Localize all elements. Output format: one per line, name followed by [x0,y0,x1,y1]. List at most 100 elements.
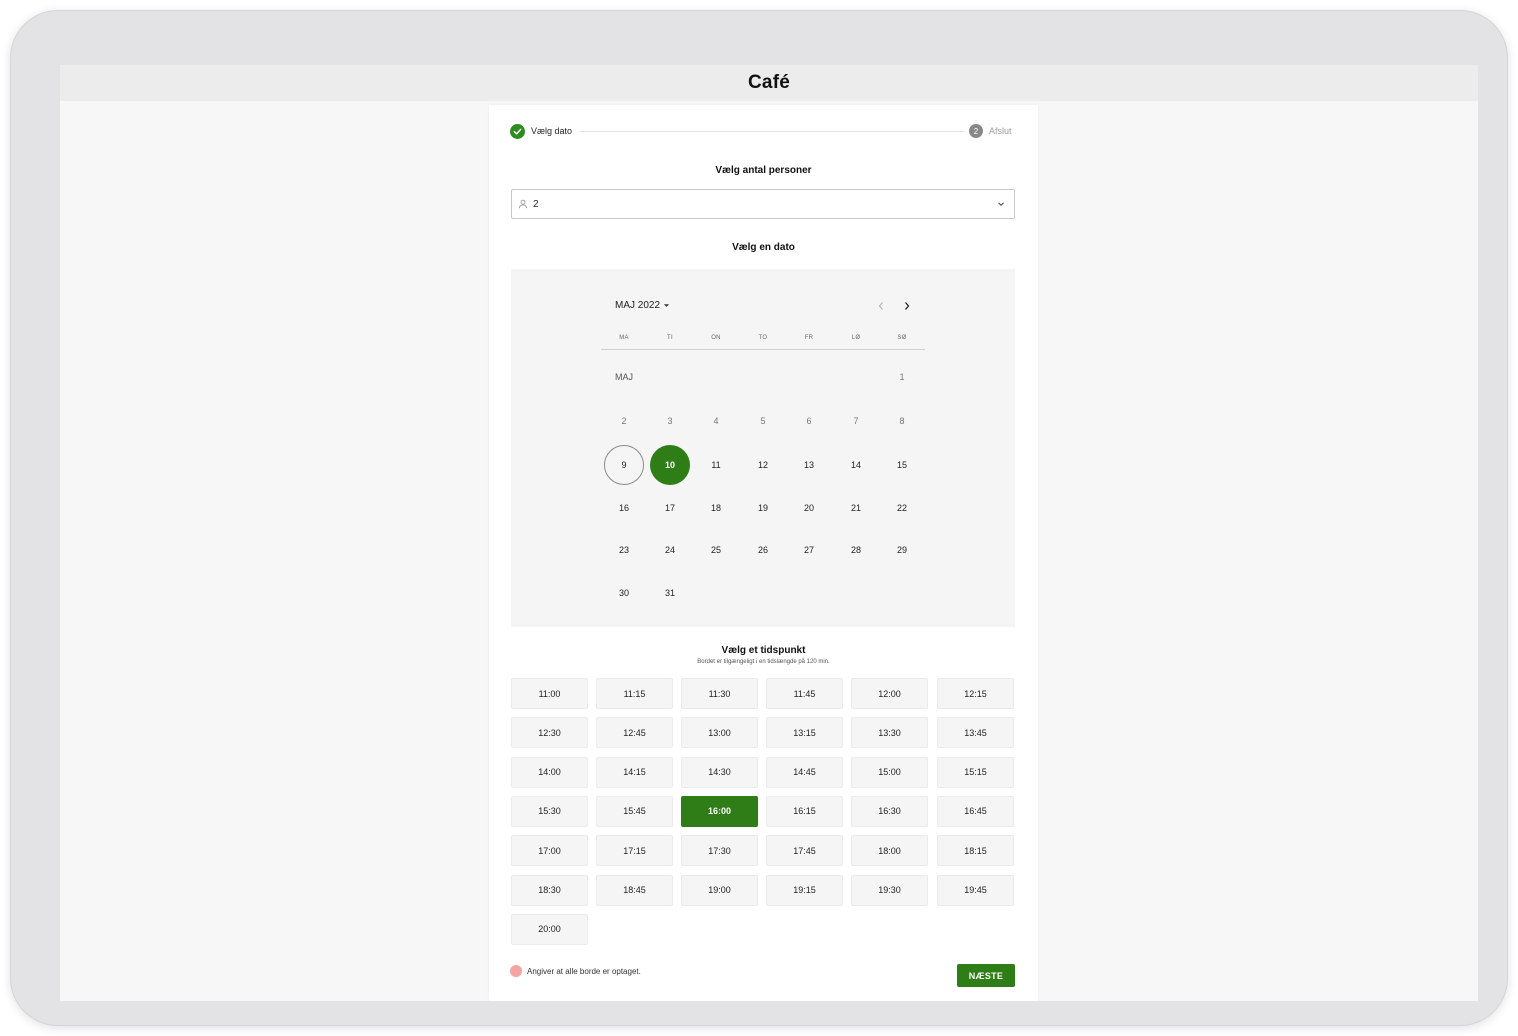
next-month-button[interactable] [900,299,914,313]
time-slot-1930[interactable]: 19:30 [851,874,928,906]
month-label: MAJ [615,372,633,382]
stepper: Vælg dato 2 Afslut [510,124,1013,140]
calendar-day-24[interactable]: 24 [650,530,690,570]
legend-text: Angiver at alle borde er optaget. [527,966,641,976]
calendar-day-17[interactable]: 17 [650,488,690,528]
weekday-5: LØ [851,335,861,341]
calendar-day-4: 4 [713,416,719,426]
time-slot-1700[interactable]: 17:00 [511,835,588,867]
time-slot-1815[interactable]: 18:15 [937,835,1014,867]
chevron-down-icon [996,199,1006,209]
time-slot-1600[interactable]: 16:00 [681,795,758,827]
month-year-select[interactable]: MAJ 2022 [615,300,670,311]
calendar-day-23[interactable]: 23 [604,530,644,570]
time-title: Vælg et tidspunkt [721,645,806,656]
weekday-0: MA [619,335,629,341]
time-slot-1745[interactable]: 17:45 [766,835,843,867]
time-slot-1200[interactable]: 12:00 [851,678,928,709]
month-year-label: MAJ 2022 [615,300,661,311]
time-slot-1845[interactable]: 18:45 [596,874,673,906]
weekday-4: FR [804,335,814,341]
calendar-day-19[interactable]: 19 [743,488,783,528]
time-slot-1800[interactable]: 18:00 [851,835,928,867]
prev-month-button[interactable] [874,299,888,313]
calendar-day-2: 2 [621,416,627,426]
calendar-day-1: 1 [899,372,905,382]
weekday-header: MA TI ON TO FR LØ SØ [601,335,927,347]
calendar-day-21[interactable]: 21 [836,488,876,528]
app-title: Café [748,72,790,93]
time-slot-1415[interactable]: 14:15 [596,756,673,788]
time-slot-1215[interactable]: 12:15 [937,678,1014,709]
calendar-day-13[interactable]: 13 [789,445,829,485]
calendar-day-9[interactable]: 9 [604,445,644,485]
weekday-6: SØ [897,335,907,341]
time-slot-1515[interactable]: 15:15 [937,756,1014,788]
time-slot-1100[interactable]: 11:00 [511,678,588,709]
time-slot-1500[interactable]: 15:00 [851,756,928,788]
calendar-day-14[interactable]: 14 [836,445,876,485]
screen: Café Vælg dato 2 Afslut Vælg antal perso… [60,65,1478,1001]
time-slot-1300[interactable]: 13:00 [681,717,758,749]
calendar-day-20[interactable]: 20 [789,488,829,528]
booking-card: Vælg dato 2 Afslut Vælg antal personer 2… [489,105,1038,1001]
step1-label: Vælg dato [531,126,573,136]
calendar-day-15[interactable]: 15 [882,445,922,485]
step-divider [580,131,964,132]
time-slot-1945[interactable]: 19:45 [937,874,1014,906]
calendar-day-31[interactable]: 31 [650,573,690,613]
date-title: Vælg en dato [732,242,795,253]
weekday-1: TI [667,335,673,341]
calendar-day-10[interactable]: 10 [650,445,690,485]
time-slot-1345[interactable]: 13:45 [937,717,1014,749]
calendar-day-12[interactable]: 12 [743,445,783,485]
occupied-dot-icon [510,965,522,977]
next-button[interactable]: NÆSTE [957,964,1015,987]
calendar-day-29[interactable]: 29 [882,530,922,570]
time-slot-1145[interactable]: 11:45 [766,678,843,709]
check-icon [510,124,525,139]
time-slot-1645[interactable]: 16:45 [937,795,1014,827]
time-slot-1615[interactable]: 16:15 [766,795,843,827]
legend: Angiver at alle borde er optaget. [510,965,641,977]
time-slot-1130[interactable]: 11:30 [681,678,758,709]
calendar-day-18[interactable]: 18 [696,488,736,528]
calendar-day-25[interactable]: 25 [696,530,736,570]
time-slot-1530[interactable]: 15:30 [511,795,588,827]
calendar-day-30[interactable]: 30 [604,573,644,613]
calendar-day-27[interactable]: 27 [789,530,829,570]
top-bar: Café [60,65,1478,101]
time-slot-1430[interactable]: 14:30 [681,756,758,788]
calendar-day-6: 6 [806,416,812,426]
time-slot-1330[interactable]: 13:30 [851,717,928,749]
calendar-day-28[interactable]: 28 [836,530,876,570]
time-slot-1545[interactable]: 15:45 [596,795,673,827]
time-slot-1115[interactable]: 11:15 [596,678,673,709]
time-slot-1315[interactable]: 13:15 [766,717,843,749]
time-slot-2000[interactable]: 20:00 [511,913,588,945]
time-slot-1245[interactable]: 12:45 [596,717,673,749]
time-slot-1400[interactable]: 14:00 [511,756,588,788]
time-slot-1915[interactable]: 19:15 [766,874,843,906]
time-subtitle: Bordet er tilgængeligt i en tidslængde p… [697,659,830,665]
time-slot-1445[interactable]: 14:45 [766,756,843,788]
weekday-3: TO [758,335,768,341]
calendar-day-22[interactable]: 22 [882,488,922,528]
calendar-day-3: 3 [667,416,673,426]
time-slot-1630[interactable]: 16:30 [851,795,928,827]
calendar-day-16[interactable]: 16 [604,488,644,528]
time-slot-1830[interactable]: 18:30 [511,874,588,906]
calendar-day-26[interactable]: 26 [743,530,783,570]
calendar-day-11[interactable]: 11 [696,445,736,485]
time-slot-1900[interactable]: 19:00 [681,874,758,906]
time-slot-1230[interactable]: 12:30 [511,717,588,749]
time-slot-1730[interactable]: 17:30 [681,835,758,867]
persons-select[interactable]: 2 [511,189,1015,219]
weekday-2: ON [711,335,721,341]
calendar-day-7: 7 [853,416,859,426]
persons-title: Vælg antal personer [715,165,812,176]
time-slot-1715[interactable]: 17:15 [596,835,673,867]
chevron-right-icon [905,302,910,310]
chevron-left-icon [878,302,883,310]
calendar: MAJ 2022 MA TI ON TO FR LØ SØ MAJ 1 2 3 4 5 6 7 8 9 10 1… [511,269,1015,627]
